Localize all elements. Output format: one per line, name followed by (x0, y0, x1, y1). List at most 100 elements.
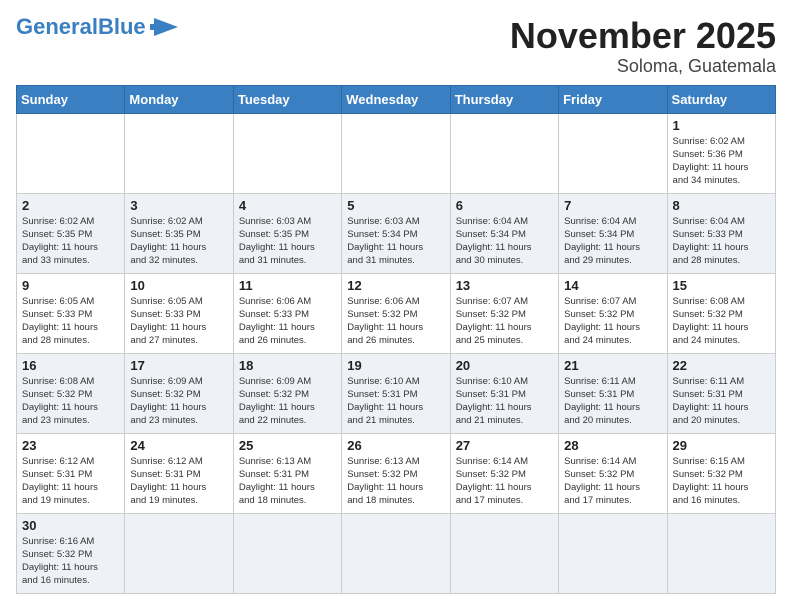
day-info: Sunrise: 6:02 AM Sunset: 5:35 PM Dayligh… (22, 215, 119, 268)
day-header-thursday: Thursday (450, 85, 558, 113)
calendar-cell: 29 Sunrise: 6:15 AM Sunset: 5:32 PM Dayli… (667, 433, 775, 513)
day-number: 25 (239, 438, 336, 453)
day-number: 19 (347, 358, 444, 373)
calendar-cell: 2 Sunrise: 6:02 AM Sunset: 5:35 PM Daylig… (17, 193, 125, 273)
calendar-cell: 17Sunrise: 6:09 AM Sunset: 5:32 PM Dayli… (125, 353, 233, 433)
day-number: 18 (239, 358, 336, 373)
calendar-cell: 18Sunrise: 6:09 AM Sunset: 5:32 PM Dayli… (233, 353, 341, 433)
calendar-cell: 4 Sunrise: 6:03 AM Sunset: 5:35 PM Daylig… (233, 193, 341, 273)
day-info: Sunrise: 6:15 AM Sunset: 5:32 PM Dayligh… (673, 455, 770, 508)
calendar-cell: 6Sunrise: 6:04 AM Sunset: 5:34 PM Daylig… (450, 193, 558, 273)
day-info: Sunrise: 6:04 AM Sunset: 5:33 PM Dayligh… (673, 215, 770, 268)
calendar-cell (342, 113, 450, 193)
week-row-1: 1 Sunrise: 6:02 AM Sunset: 5:36 PM Daylig… (17, 113, 776, 193)
calendar-cell: 26Sunrise: 6:13 AM Sunset: 5:32 PM Dayli… (342, 433, 450, 513)
day-header-sunday: Sunday (17, 85, 125, 113)
location-title: Soloma, Guatemala (510, 56, 776, 77)
day-number: 24 (130, 438, 227, 453)
calendar-cell (125, 113, 233, 193)
day-number: 28 (564, 438, 661, 453)
day-info: Sunrise: 6:12 AM Sunset: 5:31 PM Dayligh… (130, 455, 227, 508)
calendar-cell: 14 Sunrise: 6:07 AM Sunset: 5:32 PM Dayli… (559, 273, 667, 353)
day-number: 26 (347, 438, 444, 453)
calendar-cell: 12 Sunrise: 6:06 AM Sunset: 5:32 PM Dayli… (342, 273, 450, 353)
day-header-monday: Monday (125, 85, 233, 113)
day-header-saturday: Saturday (667, 85, 775, 113)
calendar-cell: 11 Sunrise: 6:06 AM Sunset: 5:33 PM Dayli… (233, 273, 341, 353)
calendar-cell (125, 513, 233, 593)
week-row-4: 16 Sunrise: 6:08 AM Sunset: 5:32 PM Dayli… (17, 353, 776, 433)
day-number: 10 (130, 278, 227, 293)
day-info: Sunrise: 6:07 AM Sunset: 5:32 PM Dayligh… (456, 295, 553, 348)
day-number: 17 (130, 358, 227, 373)
day-info: Sunrise: 6:08 AM Sunset: 5:32 PM Dayligh… (673, 295, 770, 348)
day-number: 4 (239, 198, 336, 213)
day-number: 22 (673, 358, 770, 373)
day-info: Sunrise: 6:14 AM Sunset: 5:32 PM Dayligh… (564, 455, 661, 508)
day-header-friday: Friday (559, 85, 667, 113)
day-header-tuesday: Tuesday (233, 85, 341, 113)
day-info: Sunrise: 6:04 AM Sunset: 5:34 PM Dayligh… (564, 215, 661, 268)
calendar-cell: 28 Sunrise: 6:14 AM Sunset: 5:32 PM Dayli… (559, 433, 667, 513)
day-number: 20 (456, 358, 553, 373)
calendar-cell (233, 113, 341, 193)
calendar-cell: 25 Sunrise: 6:13 AM Sunset: 5:31 PM Dayli… (233, 433, 341, 513)
day-info: Sunrise: 6:08 AM Sunset: 5:32 PM Dayligh… (22, 375, 119, 428)
day-number: 5 (347, 198, 444, 213)
page-container: GeneralBlue November 2025 Soloma, Guatem… (16, 16, 776, 594)
day-number: 8 (673, 198, 770, 213)
day-info: Sunrise: 6:11 AM Sunset: 5:31 PM Dayligh… (564, 375, 661, 428)
logo: GeneralBlue (16, 16, 178, 38)
calendar-cell: 20 Sunrise: 6:10 AM Sunset: 5:31 PM Dayli… (450, 353, 558, 433)
calendar-cell: 19 Sunrise: 6:10 AM Sunset: 5:31 PM Dayli… (342, 353, 450, 433)
calendar-cell (559, 113, 667, 193)
day-number: 15 (673, 278, 770, 293)
calendar-cell (450, 113, 558, 193)
day-info: Sunrise: 6:04 AM Sunset: 5:34 PM Dayligh… (456, 215, 553, 268)
day-info: Sunrise: 6:10 AM Sunset: 5:31 PM Dayligh… (456, 375, 553, 428)
logo-blue: Blue (98, 14, 146, 39)
calendar-cell: 5 Sunrise: 6:03 AM Sunset: 5:34 PM Daylig… (342, 193, 450, 273)
calendar-cell: 8 Sunrise: 6:04 AM Sunset: 5:33 PM Daylig… (667, 193, 775, 273)
calendar-cell: 30Sunrise: 6:16 AM Sunset: 5:32 PM Dayli… (17, 513, 125, 593)
month-title: November 2025 (510, 16, 776, 56)
calendar-cell (17, 113, 125, 193)
week-row-6: 30Sunrise: 6:16 AM Sunset: 5:32 PM Dayli… (17, 513, 776, 593)
calendar-cell (667, 513, 775, 593)
day-number: 12 (347, 278, 444, 293)
logo-icon (150, 16, 178, 38)
calendar-cell: 13Sunrise: 6:07 AM Sunset: 5:32 PM Dayli… (450, 273, 558, 353)
day-info: Sunrise: 6:06 AM Sunset: 5:33 PM Dayligh… (239, 295, 336, 348)
day-info: Sunrise: 6:07 AM Sunset: 5:32 PM Dayligh… (564, 295, 661, 348)
day-number: 11 (239, 278, 336, 293)
day-number: 16 (22, 358, 119, 373)
day-info: Sunrise: 6:03 AM Sunset: 5:35 PM Dayligh… (239, 215, 336, 268)
logo-general: General (16, 14, 98, 39)
calendar-cell (342, 513, 450, 593)
header-row: SundayMondayTuesdayWednesdayThursdayFrid… (17, 85, 776, 113)
day-number: 27 (456, 438, 553, 453)
calendar-cell: 22 Sunrise: 6:11 AM Sunset: 5:31 PM Dayli… (667, 353, 775, 433)
calendar-cell: 23Sunrise: 6:12 AM Sunset: 5:31 PM Dayli… (17, 433, 125, 513)
day-info: Sunrise: 6:13 AM Sunset: 5:31 PM Dayligh… (239, 455, 336, 508)
day-info: Sunrise: 6:06 AM Sunset: 5:32 PM Dayligh… (347, 295, 444, 348)
calendar-cell (450, 513, 558, 593)
day-info: Sunrise: 6:03 AM Sunset: 5:34 PM Dayligh… (347, 215, 444, 268)
calendar-cell: 21Sunrise: 6:11 AM Sunset: 5:31 PM Dayli… (559, 353, 667, 433)
calendar-table: SundayMondayTuesdayWednesdayThursdayFrid… (16, 85, 776, 594)
day-info: Sunrise: 6:11 AM Sunset: 5:31 PM Dayligh… (673, 375, 770, 428)
day-number: 29 (673, 438, 770, 453)
day-number: 1 (673, 118, 770, 133)
day-number: 2 (22, 198, 119, 213)
day-number: 14 (564, 278, 661, 293)
calendar-cell: 24 Sunrise: 6:12 AM Sunset: 5:31 PM Dayli… (125, 433, 233, 513)
day-number: 7 (564, 198, 661, 213)
day-info: Sunrise: 6:10 AM Sunset: 5:31 PM Dayligh… (347, 375, 444, 428)
week-row-3: 9Sunrise: 6:05 AM Sunset: 5:33 PM Daylig… (17, 273, 776, 353)
day-info: Sunrise: 6:02 AM Sunset: 5:36 PM Dayligh… (673, 135, 770, 188)
day-info: Sunrise: 6:05 AM Sunset: 5:33 PM Dayligh… (130, 295, 227, 348)
day-number: 30 (22, 518, 119, 533)
calendar-cell: 10 Sunrise: 6:05 AM Sunset: 5:33 PM Dayli… (125, 273, 233, 353)
day-info: Sunrise: 6:14 AM Sunset: 5:32 PM Dayligh… (456, 455, 553, 508)
logo-text: GeneralBlue (16, 16, 146, 38)
